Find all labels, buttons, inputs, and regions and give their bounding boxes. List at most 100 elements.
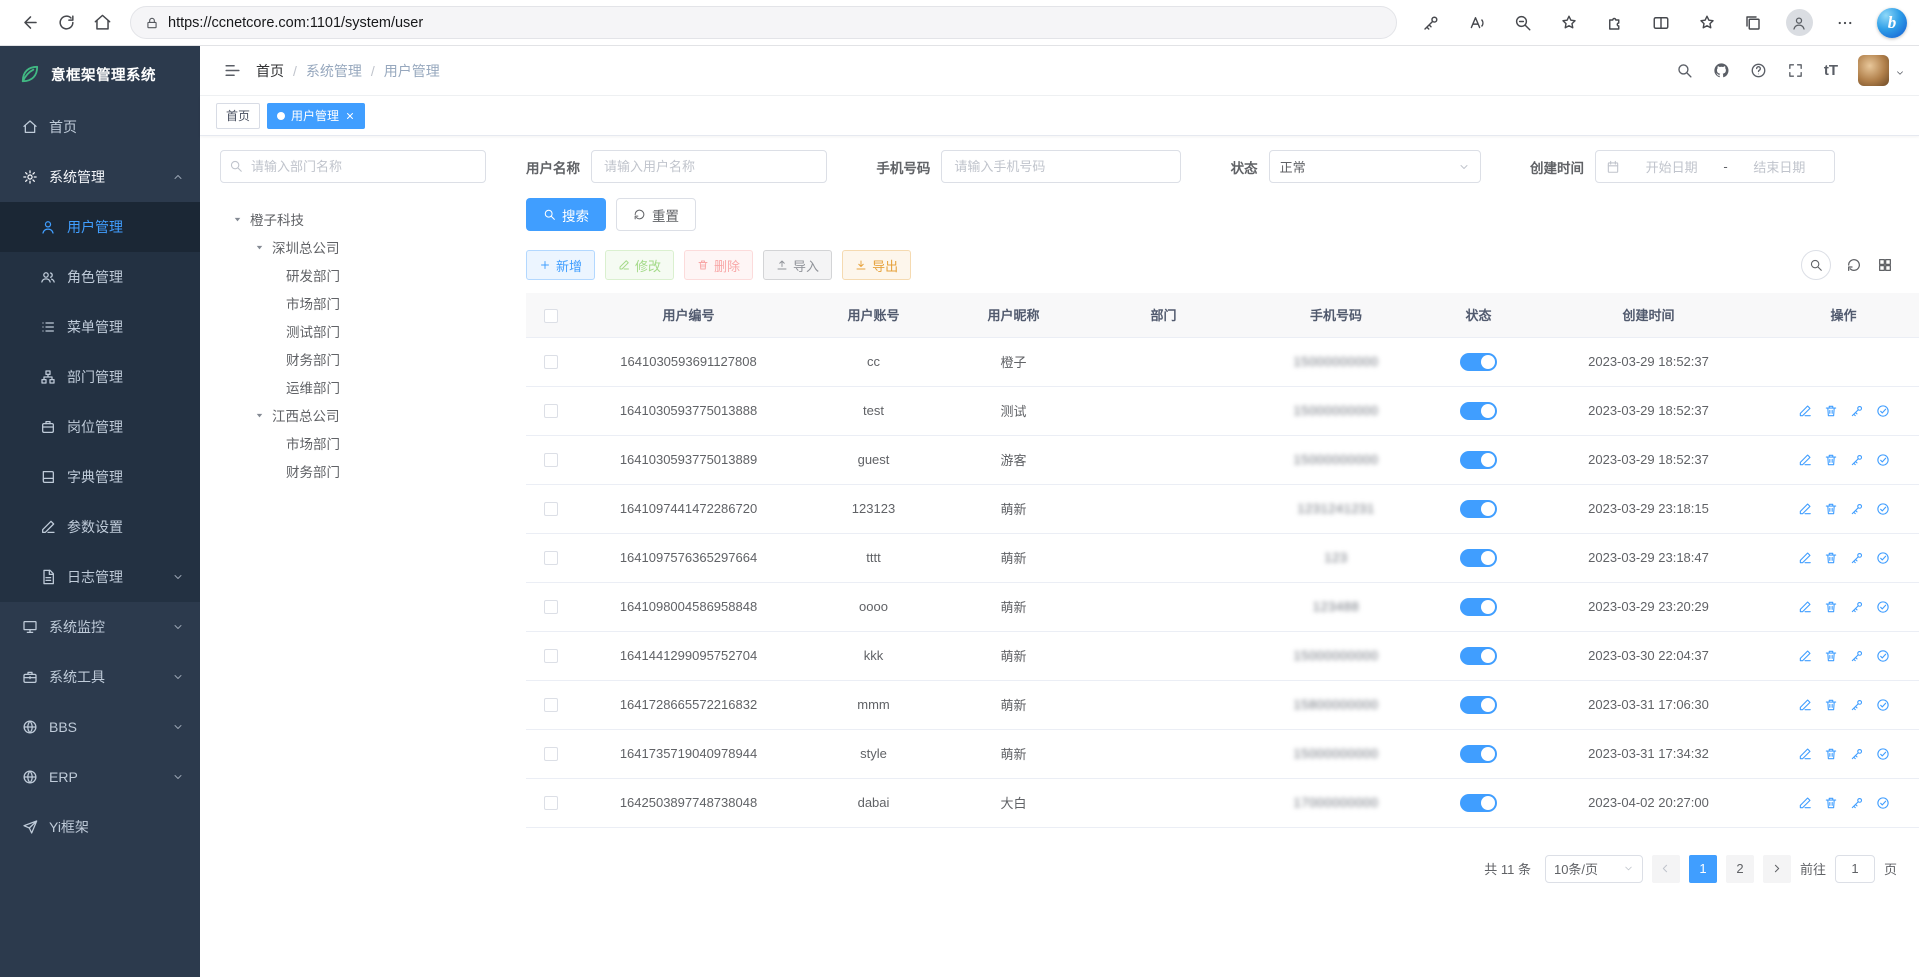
font-size-icon[interactable]: [1824, 62, 1838, 80]
goto-page-input[interactable]: [1835, 855, 1875, 883]
browser-profile-button[interactable]: [1779, 5, 1819, 41]
row-checkbox[interactable]: [544, 404, 558, 418]
row-checkbox[interactable]: [544, 551, 558, 565]
reset-password-icon[interactable]: [1850, 698, 1864, 712]
delete-row-icon[interactable]: [1824, 502, 1838, 516]
status-toggle[interactable]: [1460, 549, 1497, 567]
status-toggle[interactable]: [1460, 402, 1497, 420]
username-input[interactable]: [591, 150, 827, 183]
split-screen-icon[interactable]: [1641, 5, 1681, 41]
sidebar-item-param-settings[interactable]: 参数设置: [0, 502, 200, 552]
reset-password-icon[interactable]: [1850, 551, 1864, 565]
assign-role-icon[interactable]: [1876, 404, 1890, 418]
row-checkbox[interactable]: [544, 453, 558, 467]
row-checkbox[interactable]: [544, 698, 558, 712]
add-favorite-icon[interactable]: [1549, 5, 1589, 41]
phone-input[interactable]: [941, 150, 1181, 183]
select-all-checkbox[interactable]: [544, 309, 558, 323]
status-toggle[interactable]: [1460, 451, 1497, 469]
assign-role-icon[interactable]: [1876, 600, 1890, 614]
delete-row-icon[interactable]: [1824, 453, 1838, 467]
assign-role-icon[interactable]: [1876, 502, 1890, 516]
reset-password-icon[interactable]: [1850, 502, 1864, 516]
tree-node[interactable]: 市场部门: [220, 289, 486, 317]
tree-node[interactable]: 市场部门: [220, 429, 486, 457]
assign-role-icon[interactable]: [1876, 551, 1890, 565]
edit-row-icon[interactable]: [1798, 453, 1812, 467]
date-range-picker[interactable]: 开始日期 - 结束日期: [1595, 150, 1835, 183]
reset-password-icon[interactable]: [1850, 404, 1864, 418]
browser-reload-icon[interactable]: [48, 5, 84, 41]
delete-row-icon[interactable]: [1824, 600, 1838, 614]
row-checkbox[interactable]: [544, 502, 558, 516]
assign-role-icon[interactable]: [1876, 747, 1890, 761]
collapse-sidebar-icon[interactable]: [214, 53, 250, 89]
edit-button[interactable]: 修改: [605, 250, 674, 280]
more-options-icon[interactable]: [1825, 5, 1865, 41]
status-toggle[interactable]: [1460, 647, 1497, 665]
reset-password-icon[interactable]: [1850, 747, 1864, 761]
status-toggle[interactable]: [1460, 353, 1497, 371]
bing-chat-icon[interactable]: [1877, 8, 1907, 38]
search-icon[interactable]: [1676, 62, 1693, 79]
next-page-button[interactable]: [1763, 855, 1791, 883]
sidebar-item-system-tools[interactable]: 系统工具: [0, 652, 200, 702]
tree-node[interactable]: 研发部门: [220, 261, 486, 289]
caret-down-icon[interactable]: [230, 214, 244, 225]
sidebar-item-dept-management[interactable]: 部门管理: [0, 352, 200, 402]
password-key-icon[interactable]: [1411, 5, 1451, 41]
breadcrumb-home[interactable]: 首页: [256, 61, 284, 81]
tree-node[interactable]: 深圳总公司: [220, 233, 486, 261]
row-checkbox[interactable]: [544, 355, 558, 369]
department-search-input[interactable]: [220, 150, 486, 183]
address-bar[interactable]: https://ccnetcore.com:1101/system/user: [130, 6, 1397, 39]
page-2-button[interactable]: 2: [1726, 855, 1754, 883]
reset-password-icon[interactable]: [1850, 453, 1864, 467]
app-logo[interactable]: 意框架管理系统: [0, 46, 200, 102]
status-toggle[interactable]: [1460, 696, 1497, 714]
edit-row-icon[interactable]: [1798, 502, 1812, 516]
edit-row-icon[interactable]: [1798, 404, 1812, 418]
search-button[interactable]: 搜索: [526, 198, 606, 231]
delete-button[interactable]: 删除: [684, 250, 753, 280]
row-checkbox[interactable]: [544, 747, 558, 761]
sidebar-item-post-management[interactable]: 岗位管理: [0, 402, 200, 452]
delete-row-icon[interactable]: [1824, 551, 1838, 565]
close-icon[interactable]: [345, 111, 355, 121]
delete-row-icon[interactable]: [1824, 404, 1838, 418]
sidebar-item-log-management[interactable]: 日志管理: [0, 552, 200, 602]
status-toggle[interactable]: [1460, 745, 1497, 763]
extensions-icon[interactable]: [1595, 5, 1635, 41]
edit-row-icon[interactable]: [1798, 649, 1812, 663]
browser-home-icon[interactable]: [84, 5, 120, 41]
column-settings-icon[interactable]: [1877, 257, 1893, 273]
row-checkbox[interactable]: [544, 649, 558, 663]
collections-icon[interactable]: [1733, 5, 1773, 41]
tree-node[interactable]: 财务部门: [220, 457, 486, 485]
browser-back-icon[interactable]: [12, 5, 48, 41]
assign-role-icon[interactable]: [1876, 453, 1890, 467]
status-select[interactable]: 正常: [1269, 150, 1481, 183]
edit-row-icon[interactable]: [1798, 796, 1812, 810]
assign-role-icon[interactable]: [1876, 698, 1890, 712]
prev-page-button[interactable]: [1652, 855, 1680, 883]
sidebar-item-bbs[interactable]: BBS: [0, 702, 200, 752]
reset-button[interactable]: 重置: [616, 198, 696, 231]
toggle-search-icon[interactable]: [1801, 250, 1831, 280]
tab-user-management[interactable]: 用户管理: [267, 103, 365, 129]
question-icon[interactable]: [1750, 62, 1767, 79]
chevron-down-icon[interactable]: [1895, 68, 1905, 78]
reset-password-icon[interactable]: [1850, 796, 1864, 810]
edit-row-icon[interactable]: [1798, 600, 1812, 614]
tree-node[interactable]: 测试部门: [220, 317, 486, 345]
tree-node[interactable]: 运维部门: [220, 373, 486, 401]
row-checkbox[interactable]: [544, 600, 558, 614]
reset-password-icon[interactable]: [1850, 649, 1864, 663]
sidebar-item-system-monitor[interactable]: 系统监控: [0, 602, 200, 652]
sidebar-item-yi-framework[interactable]: Yi框架: [0, 802, 200, 852]
status-toggle[interactable]: [1460, 794, 1497, 812]
status-toggle[interactable]: [1460, 598, 1497, 616]
page-1-button[interactable]: 1: [1689, 855, 1717, 883]
caret-down-icon[interactable]: [252, 410, 266, 421]
sidebar-item-dict-management[interactable]: 字典管理: [0, 452, 200, 502]
